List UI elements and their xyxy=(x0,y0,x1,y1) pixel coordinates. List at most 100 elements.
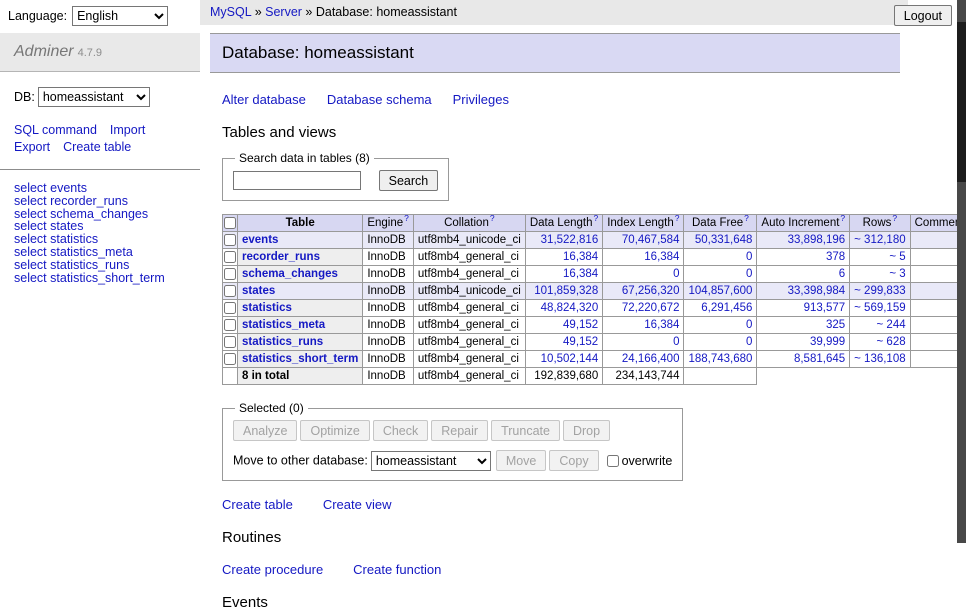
copy-button[interactable]: Copy xyxy=(549,450,598,471)
move-button[interactable]: Move xyxy=(496,450,547,471)
data-free-link[interactable]: 0 xyxy=(746,251,752,263)
table-menu-link-recorder-runs[interactable]: recorder_runs xyxy=(50,194,128,208)
index-length-link[interactable]: 70,467,584 xyxy=(622,234,680,246)
select-link-statistics-meta[interactable]: select xyxy=(14,245,47,259)
optimize-button[interactable]: Optimize xyxy=(300,420,369,441)
table-link-statistics[interactable]: statistics xyxy=(242,302,292,314)
index-length-link[interactable]: 67,256,320 xyxy=(622,285,680,297)
link-create-table[interactable]: Create table xyxy=(222,497,293,512)
auto-increment-link[interactable]: 39,999 xyxy=(810,336,845,348)
data-free-link[interactable]: 0 xyxy=(746,268,752,280)
link-create-function[interactable]: Create function xyxy=(353,562,441,577)
adminer-logo[interactable]: Adminer xyxy=(14,43,74,60)
overwrite-checkbox[interactable] xyxy=(607,455,619,467)
data-free-link[interactable]: 188,743,680 xyxy=(688,353,752,365)
select-link-events[interactable]: select xyxy=(14,181,47,195)
db-action-alter-database[interactable]: Alter database xyxy=(222,92,306,107)
table-menu-link-statistics-runs[interactable]: statistics_runs xyxy=(50,258,129,272)
rows-count-link[interactable]: ~ 5 xyxy=(889,251,905,263)
row-checkbox-states[interactable] xyxy=(224,285,236,297)
rows-count-link[interactable]: ~ 569,159 xyxy=(854,302,905,314)
help-link[interactable]: ? xyxy=(892,213,897,223)
help-link[interactable]: ? xyxy=(404,213,409,223)
repair-button[interactable]: Repair xyxy=(431,420,488,441)
move-db-select[interactable]: homeassistant xyxy=(371,451,491,471)
index-length-link[interactable]: 0 xyxy=(673,336,679,348)
table-menu-link-statistics-meta[interactable]: statistics_meta xyxy=(50,245,133,259)
sidebar-link-import[interactable]: Import xyxy=(110,122,145,139)
data-free-link[interactable]: 0 xyxy=(746,336,752,348)
data-length-link[interactable]: 49,152 xyxy=(563,319,598,331)
auto-increment-link[interactable]: 378 xyxy=(826,251,845,263)
auto-increment-link[interactable]: 8,581,645 xyxy=(794,353,845,365)
rows-count-link[interactable]: ~ 136,108 xyxy=(854,353,905,365)
language-select[interactable]: English xyxy=(72,6,168,26)
index-length-link[interactable]: 0 xyxy=(673,268,679,280)
truncate-button[interactable]: Truncate xyxy=(491,420,560,441)
db-action-privileges[interactable]: Privileges xyxy=(453,92,509,107)
data-free-link[interactable]: 104,857,600 xyxy=(688,285,752,297)
auto-increment-link[interactable]: 33,898,196 xyxy=(788,234,846,246)
row-checkbox-statistics[interactable] xyxy=(224,302,236,314)
auto-increment-link[interactable]: 6 xyxy=(839,268,845,280)
data-free-link[interactable]: 0 xyxy=(746,319,752,331)
data-length-link[interactable]: 16,384 xyxy=(563,251,598,263)
select-link-statistics[interactable]: select xyxy=(14,232,47,246)
table-link-states[interactable]: states xyxy=(242,285,275,297)
table-link-events[interactable]: events xyxy=(242,234,278,246)
search-input[interactable] xyxy=(233,171,361,190)
table-link-statistics-short-term[interactable]: statistics_short_term xyxy=(242,353,358,365)
db-select[interactable]: homeassistant xyxy=(38,87,150,107)
row-checkbox-statistics-meta[interactable] xyxy=(224,319,236,331)
data-length-link[interactable]: 48,824,320 xyxy=(541,302,599,314)
analyze-button[interactable]: Analyze xyxy=(233,420,297,441)
table-link-schema-changes[interactable]: schema_changes xyxy=(242,268,338,280)
select-link-statistics-short-term[interactable]: select xyxy=(14,271,47,285)
help-link[interactable]: ? xyxy=(840,213,845,223)
table-link-recorder-runs[interactable]: recorder_runs xyxy=(242,251,320,263)
data-free-link[interactable]: 50,331,648 xyxy=(695,234,753,246)
sidebar-link-create-table[interactable]: Create table xyxy=(63,139,131,156)
check-button[interactable]: Check xyxy=(373,420,428,441)
link-create-procedure[interactable]: Create procedure xyxy=(222,562,323,577)
select-link-states[interactable]: select xyxy=(14,219,47,233)
sidebar-link-export[interactable]: Export xyxy=(14,139,50,156)
data-length-link[interactable]: 49,152 xyxy=(563,336,598,348)
scrollbar-thumb[interactable] xyxy=(957,22,966,182)
db-action-database-schema[interactable]: Database schema xyxy=(327,92,432,107)
breadcrumb-mysql[interactable]: MySQL xyxy=(210,5,251,19)
index-length-link[interactable]: 16,384 xyxy=(644,319,679,331)
data-free-link[interactable]: 6,291,456 xyxy=(701,302,752,314)
row-checkbox-events[interactable] xyxy=(224,234,236,246)
table-menu-link-schema-changes[interactable]: schema_changes xyxy=(50,207,148,221)
index-length-link[interactable]: 72,220,672 xyxy=(622,302,680,314)
table-menu-link-statistics[interactable]: statistics xyxy=(50,232,98,246)
select-link-statistics-runs[interactable]: select xyxy=(14,258,47,272)
table-menu-link-states[interactable]: states xyxy=(50,219,83,233)
rows-count-link[interactable]: ~ 312,180 xyxy=(854,234,905,246)
index-length-link[interactable]: 16,384 xyxy=(644,251,679,263)
sidebar-link-sql-command[interactable]: SQL command xyxy=(14,122,97,139)
breadcrumb-server[interactable]: Server xyxy=(265,5,302,19)
index-length-link[interactable]: 24,166,400 xyxy=(622,353,680,365)
select-link-schema-changes[interactable]: select xyxy=(14,207,47,221)
help-link[interactable]: ? xyxy=(593,213,598,223)
rows-count-link[interactable]: ~ 299,833 xyxy=(854,285,905,297)
row-checkbox-recorder-runs[interactable] xyxy=(224,251,236,263)
drop-button[interactable]: Drop xyxy=(563,420,610,441)
scrollbar[interactable] xyxy=(957,0,966,543)
data-length-link[interactable]: 31,522,816 xyxy=(541,234,599,246)
data-length-link[interactable]: 101,859,328 xyxy=(534,285,598,297)
row-checkbox-statistics-runs[interactable] xyxy=(224,336,236,348)
link-create-view[interactable]: Create view xyxy=(323,497,392,512)
select-link-recorder-runs[interactable]: select xyxy=(14,194,47,208)
data-length-link[interactable]: 10,502,144 xyxy=(541,353,599,365)
help-link[interactable]: ? xyxy=(490,213,495,223)
rows-count-link[interactable]: ~ 628 xyxy=(877,336,906,348)
row-checkbox-statistics-short-term[interactable] xyxy=(224,353,236,365)
auto-increment-link[interactable]: 325 xyxy=(826,319,845,331)
auto-increment-link[interactable]: 33,398,984 xyxy=(788,285,846,297)
table-link-statistics-runs[interactable]: statistics_runs xyxy=(242,336,323,348)
row-checkbox-schema-changes[interactable] xyxy=(224,268,236,280)
table-menu-link-statistics-short-term[interactable]: statistics_short_term xyxy=(50,271,165,285)
